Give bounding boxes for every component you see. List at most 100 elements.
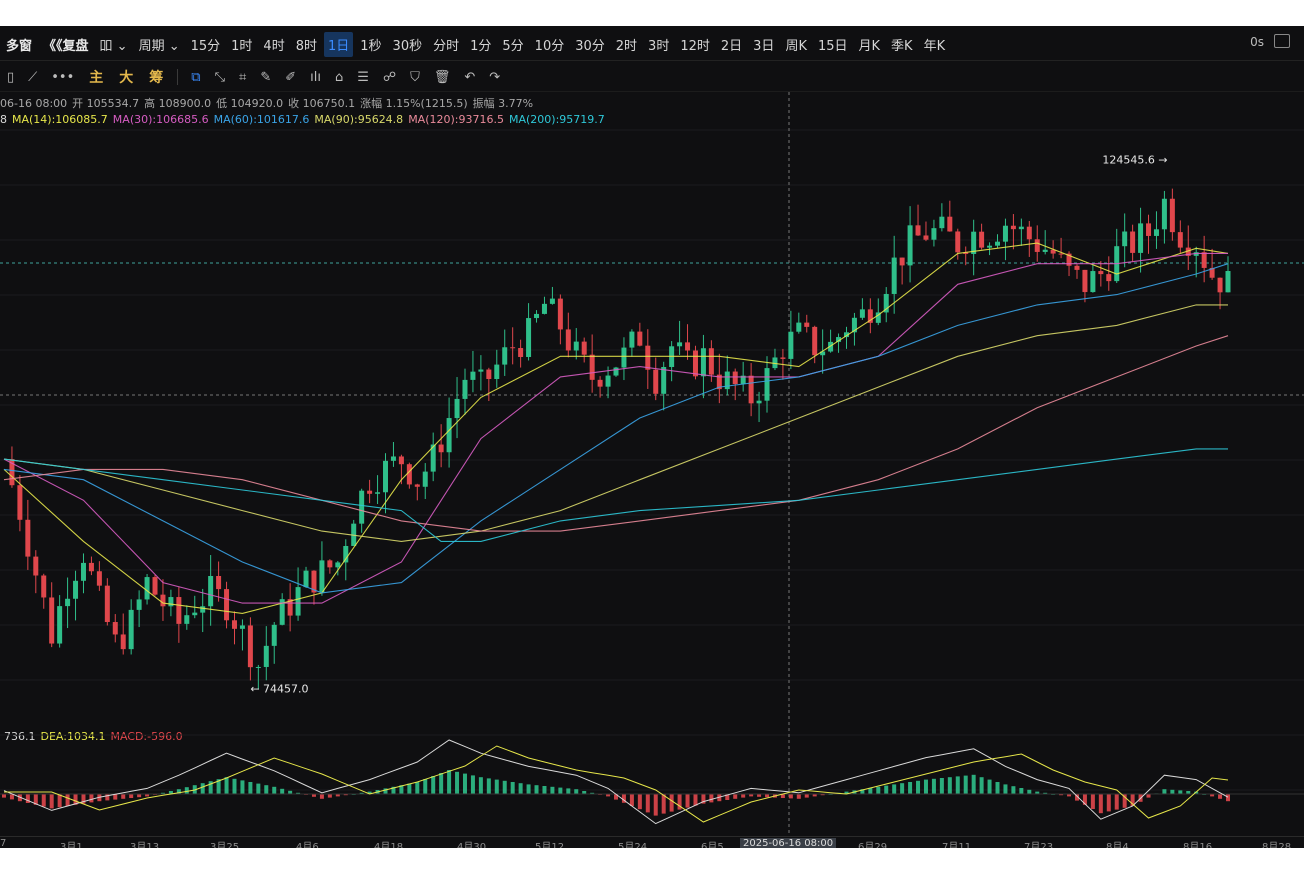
candle-body	[995, 241, 1001, 246]
x-tick-label: 4月30	[457, 842, 487, 848]
macd-bar	[41, 794, 46, 807]
candle-body	[478, 369, 484, 372]
candle-body	[1002, 225, 1008, 242]
candle-body	[208, 575, 214, 607]
candle-body	[899, 257, 905, 266]
candle-body	[1146, 223, 1152, 236]
candle-body	[446, 418, 452, 453]
macd-bar	[121, 794, 126, 799]
candle-body	[486, 369, 492, 380]
candle-body	[979, 231, 985, 248]
macd-bar	[518, 783, 523, 794]
x-tick-label: 6月5	[701, 842, 724, 848]
macd-bar	[1019, 788, 1024, 794]
candle-body	[549, 298, 555, 304]
candle-body	[931, 228, 937, 240]
candle-body	[1026, 226, 1032, 240]
macd-bar	[49, 794, 54, 809]
x-tick-label: 8月4	[1106, 842, 1129, 848]
macd-bar	[908, 782, 913, 794]
candle-body	[247, 625, 253, 668]
candle-body	[144, 577, 150, 600]
dif-line	[3, 739, 1229, 825]
candle-body	[216, 575, 222, 590]
macd-bar	[502, 780, 507, 794]
candle-body	[613, 367, 619, 376]
macd-bar	[931, 778, 936, 794]
macd-bar	[963, 775, 968, 794]
candle-body	[1201, 252, 1207, 268]
dea-line	[4, 745, 1229, 823]
candle-body	[335, 562, 341, 568]
macd-bar	[431, 776, 436, 794]
macd-bar	[1218, 794, 1223, 799]
candle-body	[176, 597, 182, 624]
price-chart[interactable]: 124545.6 → ← 74457.0	[0, 26, 1304, 848]
candle-body	[231, 620, 237, 629]
candle-body	[804, 322, 810, 327]
candle-body	[541, 303, 547, 314]
macd-bar	[1003, 784, 1008, 794]
macd-bar	[892, 784, 897, 794]
macd-bar	[439, 773, 444, 794]
macd-bar	[280, 788, 285, 794]
macd-bar	[558, 787, 563, 794]
candle-body	[605, 375, 611, 387]
candle-body	[422, 471, 428, 487]
candle-body	[510, 347, 516, 349]
x-tick-label: 4月18	[374, 842, 404, 848]
candle-body	[692, 350, 698, 377]
macd-bar	[693, 794, 698, 806]
macd-bar	[637, 794, 642, 810]
candle-body	[907, 225, 913, 266]
macd-bar	[574, 789, 579, 794]
macd-bar	[319, 794, 324, 799]
ma-line-ma30	[3, 252, 1228, 604]
ma-line-ma14	[3, 242, 1229, 614]
candle-body	[502, 347, 508, 365]
candle-body	[462, 379, 468, 399]
macd-bar	[987, 779, 992, 794]
candle-body	[621, 347, 627, 368]
candle-body	[1169, 198, 1175, 233]
candle-body	[224, 589, 230, 621]
macd-bar	[240, 780, 245, 794]
candle-body	[49, 597, 55, 644]
candle-body	[661, 367, 667, 394]
candle-body	[263, 645, 269, 667]
x-tick-label: 2025-06-16 08:00	[740, 838, 837, 848]
candle-body	[239, 625, 245, 629]
candle-body	[168, 597, 174, 607]
ma-line-ma60	[3, 263, 1229, 594]
candle-body	[470, 371, 476, 380]
candle-body	[708, 348, 714, 375]
macd-bar	[510, 782, 515, 794]
macd-bar	[478, 777, 483, 794]
candle-body	[1106, 274, 1112, 282]
macd-bar	[462, 773, 467, 794]
macd-bar	[1106, 794, 1111, 812]
x-axis: 7 3月1 3月13 3月25 4月6 4月18 4月30 5月12 5月24 6月5 2025-0…	[0, 836, 1304, 848]
macd-bar	[415, 782, 420, 794]
macd-bar	[1098, 794, 1103, 814]
macd-bar	[272, 786, 277, 794]
candle-body	[383, 460, 389, 493]
macd-bar	[1011, 786, 1016, 794]
candle-body	[343, 545, 349, 563]
macd-bar	[407, 783, 412, 794]
macd-bar	[1170, 789, 1175, 794]
macd-bar	[733, 794, 738, 799]
macd-bar	[947, 777, 952, 794]
candle-body	[112, 622, 118, 635]
candle-body	[319, 560, 325, 593]
macd-bar	[542, 786, 547, 794]
candle-body	[1090, 271, 1096, 293]
x-tick-label: 5月12	[535, 842, 565, 848]
x-tick-label: 3月1	[60, 842, 83, 848]
candle-body	[573, 341, 579, 351]
macd-bar	[709, 794, 714, 803]
candle-body	[200, 606, 206, 613]
macd-bar	[534, 785, 539, 794]
candle-body	[891, 257, 897, 294]
candle-body	[526, 318, 532, 357]
